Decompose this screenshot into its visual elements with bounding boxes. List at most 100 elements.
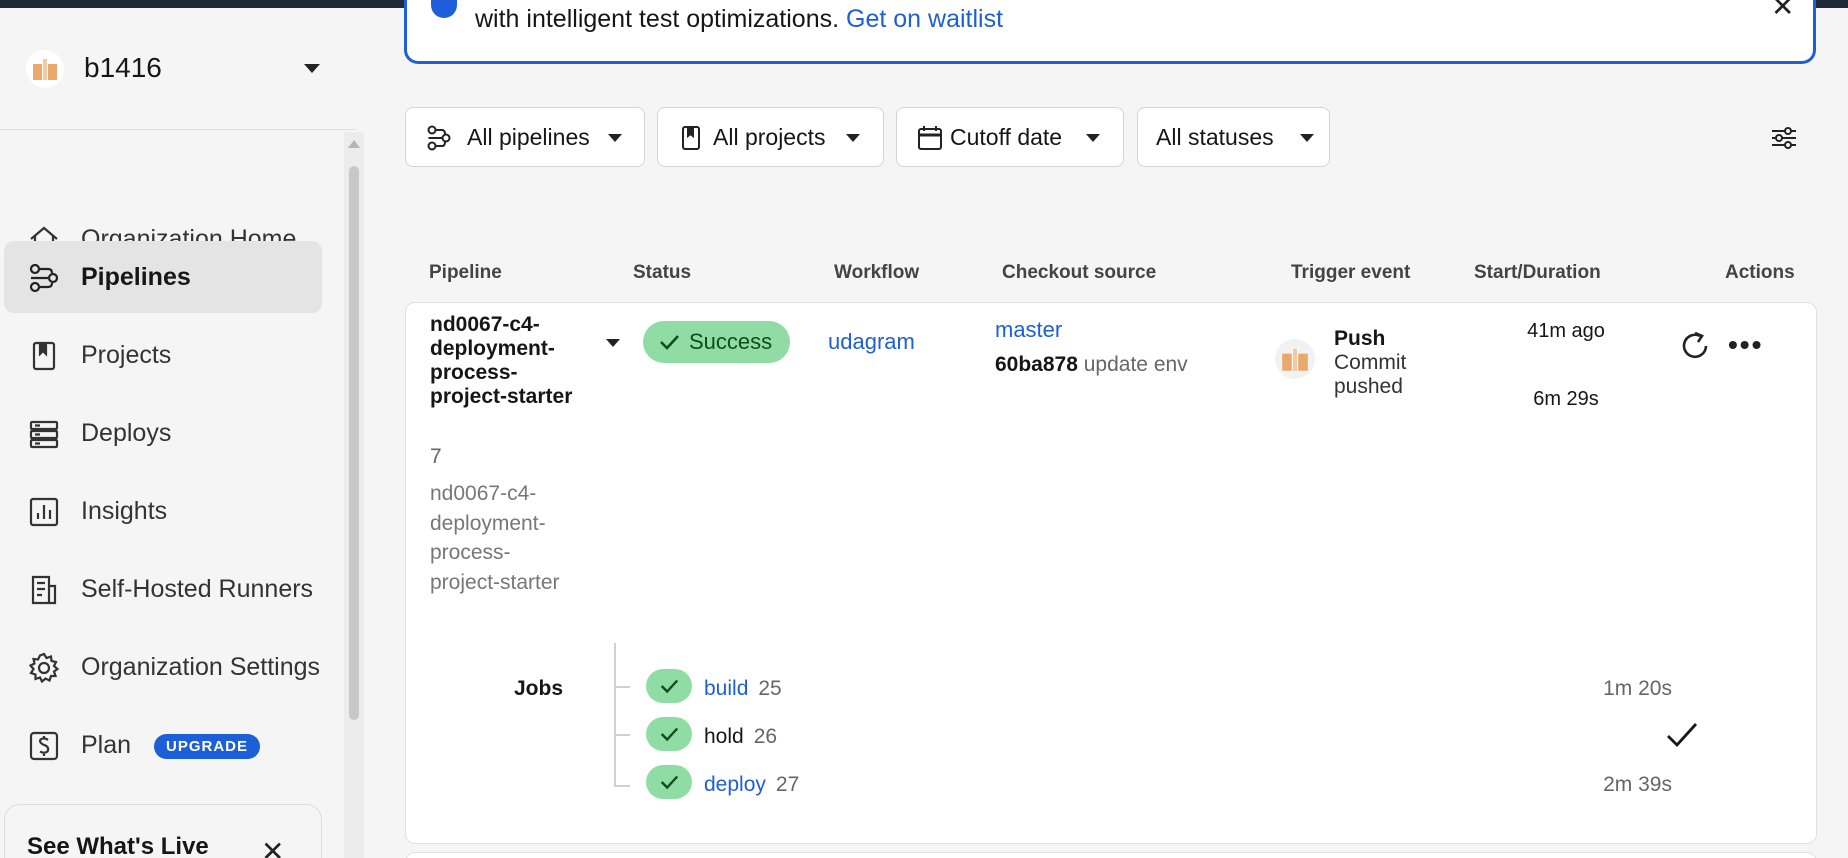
- job-duration: 2m 39s: [1603, 773, 1672, 796]
- banner-text: with intelligent test optimizations. Get…: [475, 5, 1003, 34]
- filter-projects[interactable]: All projects: [657, 107, 884, 167]
- sidebar-item-label: Organization Settings: [81, 653, 321, 681]
- tree-tick: [614, 734, 630, 736]
- pipelines-icon: [427, 125, 451, 151]
- sidebar-item-plan[interactable]: Plan UPGRADE: [4, 709, 322, 781]
- pipeline-duration: 6m 29s: [1533, 388, 1599, 410]
- column-header-workflow: Workflow: [834, 262, 920, 283]
- close-icon[interactable]: ✕: [261, 835, 284, 858]
- filter-cutoff-date[interactable]: Cutoff date: [896, 107, 1124, 167]
- chevron-down-icon[interactable]: [304, 64, 320, 73]
- calendar-icon: [918, 126, 942, 150]
- filter-pipelines[interactable]: All pipelines: [405, 107, 645, 167]
- close-icon[interactable]: ✕: [1771, 0, 1794, 23]
- sidebar-item-label: Insights: [81, 497, 168, 525]
- job-number: 27: [775, 773, 800, 796]
- workflow-link[interactable]: udagram: [828, 329, 915, 355]
- org-logo-icon: [33, 58, 57, 80]
- info-banner: with intelligent test optimizations. Get…: [404, 0, 1816, 64]
- tree-tick: [614, 686, 630, 688]
- jobs-label: Jobs: [514, 677, 564, 700]
- column-header-checkout-source: Checkout source: [1002, 262, 1157, 283]
- sidebar-item-label: Projects: [81, 341, 172, 369]
- column-header-start-duration: Start/Duration: [1474, 262, 1601, 283]
- sidebar-item-organization-settings[interactable]: Organization Settings: [4, 631, 322, 703]
- sidebar-item-projects[interactable]: Projects: [4, 319, 322, 391]
- check-icon: [660, 679, 679, 694]
- insights-icon: [29, 497, 59, 527]
- commit-message: update env: [1083, 353, 1188, 376]
- column-header-pipeline: Pipeline: [429, 262, 502, 283]
- status-badge: Success: [643, 321, 791, 363]
- column-header-actions: Actions: [1725, 262, 1795, 283]
- filter-label: All pipelines: [467, 124, 590, 150]
- start-time: 41m ago: [1527, 320, 1605, 342]
- tree-line: [614, 643, 616, 787]
- job-status-badge: [646, 765, 692, 799]
- sidebar-scrollbar[interactable]: [344, 132, 364, 858]
- chevron-down-icon: [1300, 134, 1314, 142]
- scroll-up-icon[interactable]: [348, 140, 360, 148]
- pipeline-row: nd0067-c4-deployment-process-project-sta…: [405, 302, 1817, 844]
- job-number: 25: [758, 677, 782, 700]
- chevron-down-icon: [846, 134, 860, 142]
- sidebar-item-label: Deploys: [81, 419, 172, 447]
- more-actions-icon[interactable]: •••: [1728, 329, 1763, 361]
- chevron-down-icon: [1086, 134, 1100, 142]
- pipeline-name[interactable]: nd0067-c4-deployment-process-project-sta…: [430, 313, 580, 409]
- sidebar-item-insights[interactable]: Insights: [4, 475, 322, 547]
- chevron-down-icon[interactable]: [606, 339, 620, 347]
- check-icon: [660, 727, 679, 742]
- pipeline-row-next: [405, 852, 1817, 858]
- job-name-hold: hold: [704, 725, 744, 748]
- job-link-build[interactable]: build: [704, 677, 748, 700]
- approved-check-icon: [1667, 723, 1698, 748]
- info-icon: [431, 0, 457, 18]
- status-label: Success: [689, 329, 773, 354]
- projects-icon: [682, 126, 700, 150]
- check-icon: [660, 335, 679, 350]
- pipeline-number: 7: [430, 445, 442, 468]
- sidebar-item-pipelines[interactable]: Pipelines: [4, 241, 322, 313]
- org-name: b1416: [84, 52, 162, 83]
- rerun-icon[interactable]: [1678, 329, 1712, 363]
- tree-tick: [614, 785, 630, 787]
- commit-info: 60ba878 update env: [995, 353, 1188, 377]
- waitlist-link[interactable]: Get on waitlist: [846, 5, 1003, 33]
- sidebar-item-label: Pipelines: [81, 263, 191, 291]
- upgrade-badge[interactable]: UPGRADE: [154, 734, 261, 759]
- org-avatar: [26, 50, 64, 88]
- whats-live-panel: See What's Live ✕: [4, 804, 322, 858]
- job-item: hold 26: [704, 725, 777, 749]
- chevron-down-icon: [608, 134, 622, 142]
- sidebar-item-deploys[interactable]: Deploys: [4, 397, 322, 469]
- deploys-icon: [29, 420, 59, 449]
- filter-label: All statuses: [1156, 124, 1274, 150]
- avatar: [1275, 339, 1315, 379]
- job-status-badge: [646, 717, 692, 751]
- sidebar: b1416 Organization Home Pipelines Projec…: [0, 8, 364, 858]
- filter-statuses[interactable]: All statuses: [1137, 107, 1330, 167]
- sidebar-item-label: Self-Hosted Runners: [81, 575, 314, 603]
- job-link-deploy[interactable]: deploy: [704, 773, 766, 796]
- whats-live-title: See What's Live: [27, 833, 209, 858]
- job-item: deploy 27: [704, 773, 799, 797]
- sliders-icon[interactable]: [1770, 124, 1798, 152]
- scroll-thumb[interactable]: [349, 166, 359, 720]
- org-switcher[interactable]: b1416: [0, 8, 356, 130]
- org-logo-icon: [1282, 347, 1308, 371]
- filter-label: All projects: [713, 124, 826, 150]
- runners-icon: [31, 575, 57, 605]
- job-status-badge: [646, 669, 692, 703]
- job-duration: 1m 20s: [1603, 677, 1672, 700]
- sidebar-item-label: Plan: [81, 731, 132, 759]
- pipelines-icon: [29, 263, 59, 293]
- sidebar-item-self-hosted-runners[interactable]: Self-Hosted Runners: [4, 553, 322, 625]
- gear-icon: [28, 652, 60, 684]
- commit-hash[interactable]: 60ba878: [995, 353, 1078, 376]
- dollar-icon: [29, 731, 59, 761]
- trigger-title: Push: [1334, 327, 1386, 350]
- branch-link[interactable]: master: [995, 317, 1062, 343]
- job-item: build 25: [704, 677, 782, 701]
- job-number: 26: [753, 725, 778, 748]
